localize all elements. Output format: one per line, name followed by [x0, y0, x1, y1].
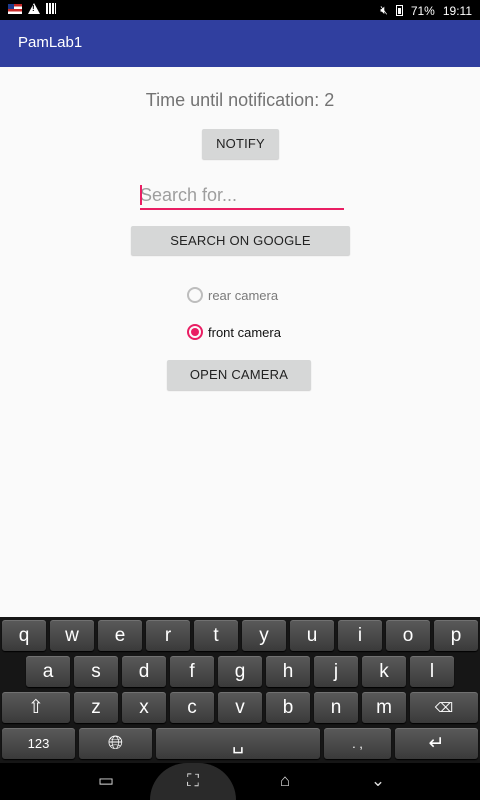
search-placeholder: Search for... [140, 185, 238, 205]
search-input[interactable]: Search for... [140, 182, 344, 210]
recent-apps-icon[interactable]: ▭ [86, 771, 126, 791]
nav-bar: ▭ ⛶ ⌂ ⌄ [0, 763, 480, 800]
battery-percent: 71% [410, 3, 435, 18]
keyboard: q w e r t y u i o p a s d f g h j k l ● … [0, 617, 480, 763]
app-title: PamLab1 [18, 34, 83, 51]
key-z[interactable]: z [74, 692, 118, 723]
warning-icon [28, 3, 40, 14]
key-w[interactable]: w [50, 620, 94, 651]
key-k[interactable]: k [362, 656, 406, 687]
space-icon: ␣ [231, 733, 245, 754]
open-camera-button[interactable]: OPEN CAMERA [167, 360, 311, 390]
key-f[interactable]: f [170, 656, 214, 687]
text-cursor [140, 185, 142, 205]
key-n[interactable]: n [314, 692, 358, 723]
key-l[interactable]: l [410, 656, 454, 687]
key-h[interactable]: h [266, 656, 310, 687]
status-left [8, 3, 56, 14]
us-flag-icon [8, 3, 22, 14]
clock: 19:11 [442, 3, 472, 18]
front-camera-radio[interactable] [187, 324, 203, 340]
bars-icon [46, 3, 56, 14]
home-icon[interactable]: ⌂ [265, 771, 305, 791]
search-on-google-button[interactable]: SEARCH ON GOOGLE [131, 226, 350, 255]
shift-icon: ⇧ [28, 697, 44, 718]
numbers-key[interactable]: 123 [2, 728, 75, 759]
backspace-key[interactable]: ⌫ [410, 692, 478, 723]
key-v[interactable]: v [218, 692, 262, 723]
key-d[interactable]: d [122, 656, 166, 687]
status-right: 🔇︎ 71% 19:11 [380, 3, 472, 18]
battery-icon [395, 5, 403, 16]
notification-timer-text: Time until notification: 2 [145, 90, 335, 110]
space-key[interactable]: ␣ [156, 728, 320, 759]
backspace-icon: ⌫ [434, 700, 454, 715]
notify-button[interactable]: NOTIFY [202, 129, 279, 159]
key-c[interactable]: c [170, 692, 214, 723]
key-x[interactable]: x [122, 692, 166, 723]
key-p[interactable]: p [434, 620, 478, 651]
rear-camera-label[interactable]: rear camera [208, 288, 278, 303]
front-camera-label[interactable]: front camera [208, 325, 281, 340]
key-s[interactable]: s [74, 656, 118, 687]
key-t[interactable]: t [194, 620, 238, 651]
key-e[interactable]: e [98, 620, 142, 651]
key-q[interactable]: q [2, 620, 46, 651]
language-key[interactable]: 🌐︎ [79, 728, 152, 759]
rear-camera-radio[interactable] [187, 287, 203, 303]
key-j[interactable]: j [314, 656, 358, 687]
key-y[interactable]: y [242, 620, 286, 651]
enter-icon: ↵ [428, 733, 445, 754]
key-m[interactable]: m [362, 692, 406, 723]
main-content: Time until notification: 2 NOTIFY Search… [0, 67, 480, 617]
enter-key[interactable]: ↵ [395, 728, 478, 759]
shift-key[interactable]: ⇧ [2, 692, 70, 723]
key-a[interactable]: a [26, 656, 70, 687]
status-bar: 🔇︎ 71% 19:11 [0, 0, 480, 20]
app-bar: PamLab1 [0, 20, 480, 67]
key-u[interactable]: u [290, 620, 334, 651]
key-i[interactable]: i [338, 620, 382, 651]
globe-icon: 🌐︎ [107, 733, 124, 754]
key-b[interactable]: b [266, 692, 310, 723]
screenshot-icon[interactable]: ⛶ [173, 771, 213, 791]
key-r[interactable]: r [146, 620, 190, 651]
key-g[interactable]: g [218, 656, 262, 687]
mute-icon: 🔇︎ [380, 3, 388, 17]
punctuation-key[interactable]: . , [324, 728, 391, 759]
key-o[interactable]: o [386, 620, 430, 651]
back-icon[interactable]: ⌄ [358, 771, 398, 791]
